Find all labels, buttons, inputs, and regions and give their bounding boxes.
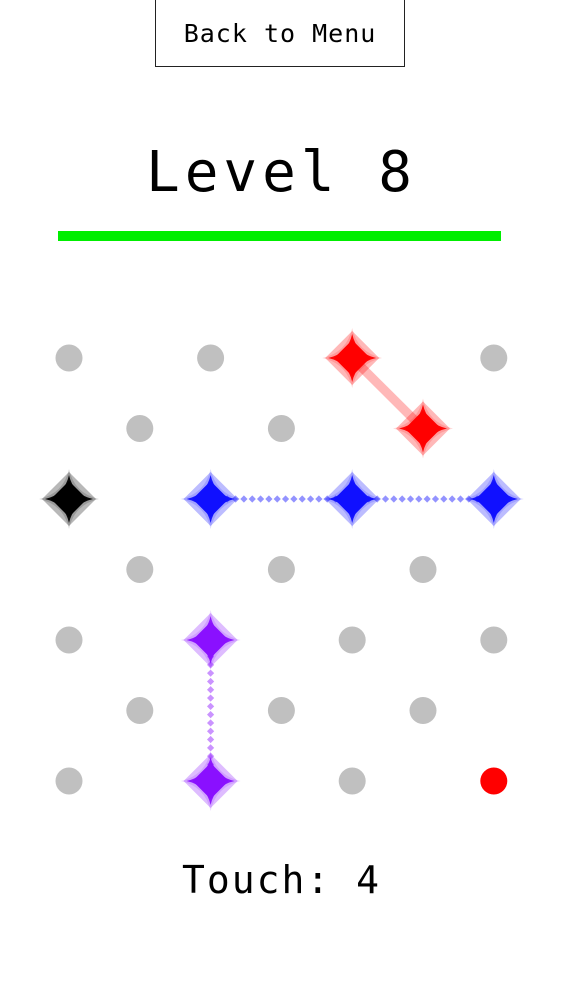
blue-link-bead	[431, 495, 440, 503]
blue-link-bead	[256, 495, 265, 503]
touch-count: 4	[356, 858, 382, 902]
blue-node	[180, 469, 241, 529]
purple-link-bead	[207, 744, 215, 752]
empty-dot	[126, 556, 154, 583]
game-board	[39, 328, 524, 811]
empty-dot	[267, 556, 295, 583]
blue-link-bead	[423, 495, 431, 503]
blue-link-bead	[248, 495, 256, 503]
touch-spacer	[331, 858, 356, 902]
purple-link-bead	[207, 735, 215, 744]
touch-label: Touch:	[181, 858, 332, 902]
blue-link-bead	[273, 495, 281, 503]
blue-link-bead	[456, 495, 465, 503]
empty-dot	[409, 556, 437, 583]
purple-link-bead	[207, 669, 215, 677]
blue-link-bead	[415, 495, 423, 503]
purple-link-bead	[207, 719, 215, 727]
blue-node	[463, 469, 524, 529]
link-layer	[207, 354, 498, 785]
purple-link-bead	[207, 727, 215, 735]
purple-link-bead	[207, 711, 215, 719]
blue-node	[322, 469, 383, 529]
empty-dot	[267, 697, 295, 724]
blue-link-bead	[381, 495, 390, 503]
purple-node	[180, 610, 241, 670]
blue-link-bead	[306, 495, 315, 503]
empty-dot	[126, 697, 154, 724]
blue-link-bead	[281, 495, 290, 503]
empty-dot	[55, 626, 83, 654]
blue-link-bead	[265, 495, 273, 503]
empty-dot	[480, 626, 508, 654]
touch-counter: Touch: 4	[0, 855, 563, 905]
empty-dot	[126, 415, 154, 442]
empty-dot	[197, 344, 225, 372]
empty-dot	[55, 344, 83, 372]
blue-link-bead	[398, 495, 406, 503]
black-node	[39, 469, 99, 529]
purple-node	[180, 751, 241, 811]
blue-link-bead	[448, 495, 456, 503]
blue-link-bead	[290, 495, 298, 503]
blue-link-bead	[390, 495, 398, 503]
purple-link-bead	[207, 702, 215, 710]
blue-link-bead	[406, 495, 415, 503]
empty-dot	[338, 767, 366, 795]
empty-dot	[55, 767, 83, 795]
blue-link-bead	[440, 495, 448, 503]
node-layer	[39, 328, 524, 811]
blue-link-bead	[298, 495, 306, 503]
empty-dot	[267, 415, 295, 442]
empty-dot	[480, 344, 508, 372]
small-red-dot	[480, 767, 508, 795]
blue-link-bead	[240, 495, 248, 503]
purple-link-bead	[207, 686, 215, 694]
empty-dot	[409, 697, 437, 724]
blue-link-bead	[315, 495, 323, 503]
empty-dot	[338, 626, 366, 654]
purple-link-bead	[207, 677, 215, 686]
purple-link-bead	[207, 694, 215, 702]
